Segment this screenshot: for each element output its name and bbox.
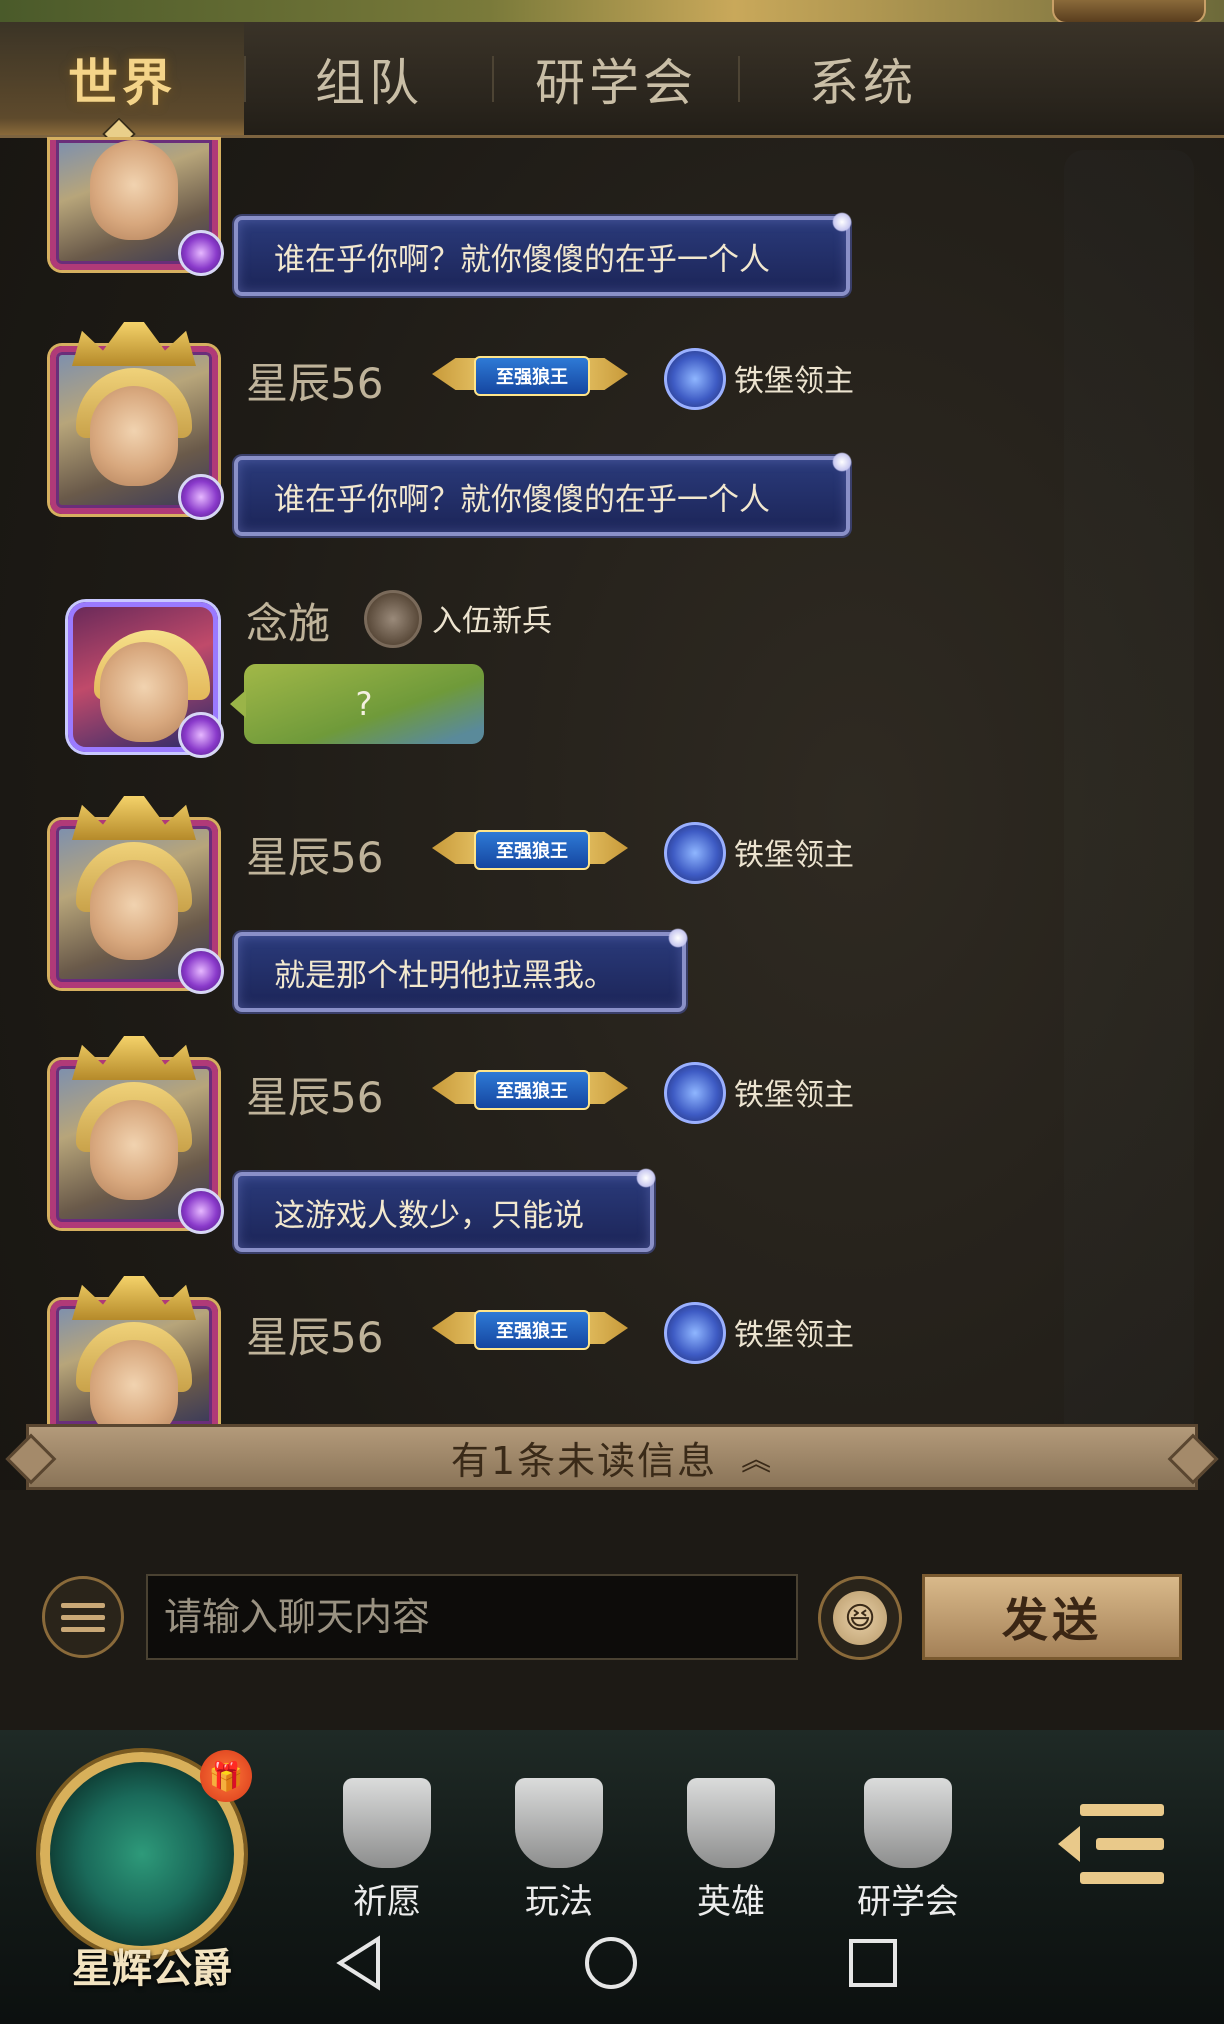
rank-icon: [664, 348, 726, 410]
sender-name[interactable]: 星辰56: [246, 1304, 383, 1365]
title-badge-label: 至强狼王: [474, 830, 590, 870]
rank-icon: [664, 1302, 726, 1364]
rank-icon: [664, 822, 726, 884]
rank-label: 铁堡领主: [734, 1078, 854, 1113]
chat-bubble[interactable]: ?: [230, 664, 484, 744]
avatar[interactable]: [50, 796, 224, 994]
tab-system[interactable]: 系统: [740, 22, 986, 135]
top-banner-strip: [0, 0, 1224, 22]
rank-icon: [664, 1062, 726, 1124]
chat-bubble[interactable]: 谁在乎你啊？就你傻傻的在乎一个人: [234, 452, 852, 536]
gameplay-icon: [515, 1778, 603, 1868]
unread-messages-bar[interactable]: 有1条未读信息 ︽: [26, 1424, 1198, 1490]
recent-apps-icon: [849, 1939, 897, 1987]
nav-item-academy[interactable]: 研学会: [838, 1778, 978, 1922]
title-badge-label: 至强狼王: [474, 1070, 590, 1110]
nav-item-gameplay[interactable]: 玩法: [494, 1778, 624, 1922]
top-corner-button[interactable]: [1052, 0, 1206, 24]
channel-tab-bar: 世界 组队 研学会 系统: [0, 22, 1224, 138]
rank-label: 铁堡领主: [734, 838, 854, 873]
chat-bubble[interactable]: 谁在乎你啊？就你傻傻的在乎一个人: [234, 212, 852, 296]
title-badge: 至强狼王: [432, 1304, 628, 1352]
rank-label: 铁堡领主: [734, 1318, 854, 1353]
title-badge: 至强狼王: [432, 824, 628, 872]
gift-icon[interactable]: 🎁: [200, 1750, 252, 1802]
tab-world[interactable]: 世界: [0, 22, 244, 135]
title-badge: 至强狼王: [432, 350, 628, 398]
emoji-button[interactable]: 😆: [818, 1576, 902, 1660]
sender-name[interactable]: 星辰56: [246, 350, 383, 411]
rank-label: 铁堡领主: [734, 364, 854, 399]
nav-item-label: 英雄: [697, 1882, 765, 1922]
nav-item-hero[interactable]: 英雄: [666, 1778, 796, 1922]
nav-item-label: 玩法: [525, 1882, 593, 1922]
avatar[interactable]: [50, 140, 224, 276]
tab-team[interactable]: 组队: [246, 22, 492, 135]
system-recent-apps-button[interactable]: [838, 1928, 908, 1998]
avatar[interactable]: [50, 1276, 218, 1440]
title-badge-label: 至强狼王: [474, 1310, 590, 1350]
system-home-button[interactable]: [576, 1928, 646, 1998]
rank-icon: [364, 590, 422, 648]
chat-input[interactable]: [146, 1574, 798, 1660]
sender-name[interactable]: 念施: [246, 590, 330, 651]
nav-item-label: 研学会: [857, 1882, 959, 1922]
wish-icon: [343, 1778, 431, 1868]
title-badge: 至强狼王: [432, 1064, 628, 1112]
avatar[interactable]: [68, 602, 224, 758]
nav-item-wish[interactable]: 祈愿: [322, 1778, 452, 1922]
hero-icon: [687, 1778, 775, 1868]
avatar[interactable]: [50, 322, 224, 520]
chat-bubble[interactable]: 就是那个杜明他拉黑我。: [234, 928, 688, 1012]
chevron-up-icon: ︽: [741, 1443, 774, 1478]
send-button[interactable]: 发送: [922, 1574, 1182, 1660]
academy-icon: [864, 1778, 952, 1868]
tab-academy[interactable]: 研学会: [494, 22, 738, 135]
system-back-button[interactable]: [324, 1928, 394, 1998]
sender-name[interactable]: 星辰56: [246, 1064, 383, 1125]
back-icon: [336, 1935, 380, 1991]
quick-menu-button[interactable]: [42, 1576, 124, 1658]
rank-emblem-label: 星辉公爵: [72, 1946, 232, 1992]
nav-item-label: 祈愿: [353, 1882, 421, 1922]
rank-label: 入伍新兵: [432, 604, 552, 639]
title-badge-label: 至强狼王: [474, 356, 590, 396]
sender-name[interactable]: 星辰56: [246, 824, 383, 885]
home-icon: [585, 1937, 637, 1989]
emoji-icon: 😆: [833, 1591, 887, 1645]
avatar[interactable]: [50, 1036, 224, 1234]
background-side-panel: [1064, 150, 1194, 1490]
unread-label: 有1条未读信息: [450, 1438, 718, 1483]
collapse-menu-button[interactable]: [1058, 1804, 1164, 1884]
chat-bubble[interactable]: 这游戏人数少，只能说: [234, 1168, 656, 1252]
collapse-arrow-icon: [1058, 1826, 1080, 1862]
